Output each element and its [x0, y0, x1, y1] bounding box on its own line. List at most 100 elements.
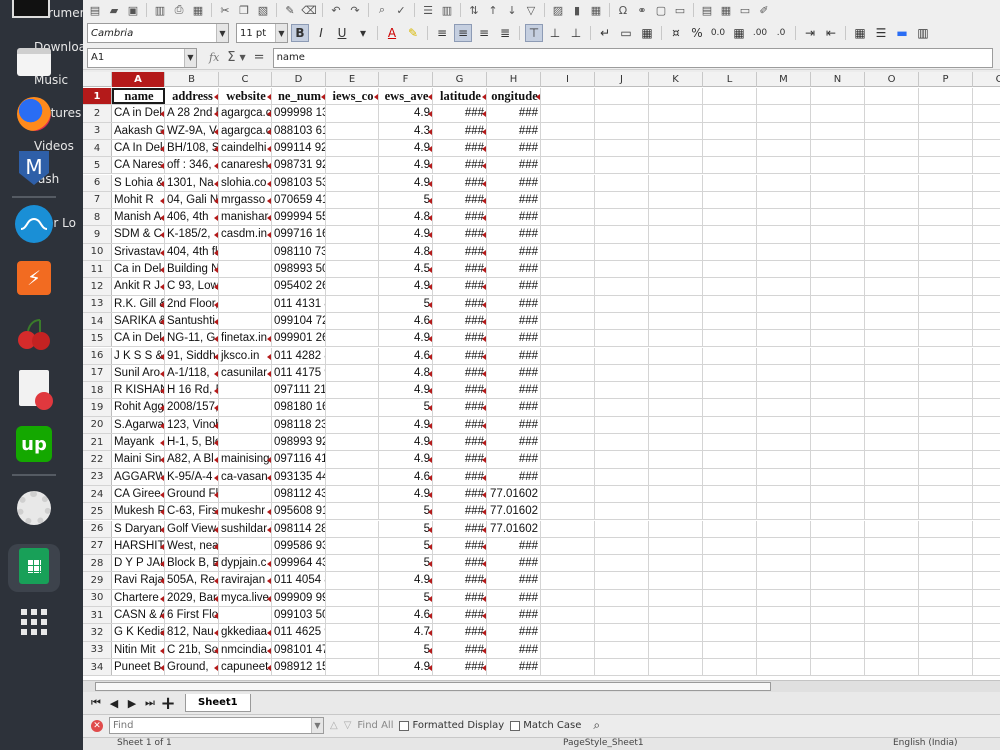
cell[interactable] [326, 364, 379, 382]
cell[interactable]: 4.9 [379, 278, 433, 295]
font-size-combo[interactable]: 11 pt ▼ [236, 23, 288, 43]
row-header[interactable]: 12 [83, 278, 112, 295]
cell[interactable]: ### [487, 416, 541, 433]
terminal-icon[interactable] [12, 0, 50, 18]
align-left-icon[interactable]: ≡ [433, 24, 451, 42]
cell[interactable]: ### [487, 537, 541, 555]
export-pdf-icon[interactable]: ▥ [152, 3, 168, 17]
print-icon[interactable]: ⎙ [171, 3, 187, 17]
cell[interactable] [973, 417, 1000, 433]
align-center-icon[interactable]: ≡ [454, 24, 472, 42]
cell[interactable] [595, 347, 649, 364]
cell[interactable] [919, 520, 973, 537]
cell[interactable] [811, 261, 865, 278]
select-all-corner[interactable] [83, 72, 112, 87]
cell[interactable] [649, 191, 703, 209]
delete-decimal-icon[interactable]: .0 [772, 24, 790, 42]
cell[interactable] [865, 451, 919, 468]
cell[interactable] [703, 312, 757, 330]
cell[interactable]: D Y P JAI [112, 555, 165, 572]
cell[interactable]: 4.9 [379, 330, 433, 347]
cell[interactable] [326, 399, 379, 416]
cell[interactable] [919, 485, 973, 503]
cell[interactable] [703, 624, 757, 641]
cell[interactable] [811, 451, 865, 468]
cell[interactable] [703, 468, 757, 485]
cell[interactable]: ### [433, 624, 487, 641]
sheet-tab[interactable]: Sheet1 [185, 694, 251, 712]
cell[interactable] [595, 485, 649, 503]
cell[interactable]: ### [487, 555, 541, 572]
cell[interactable] [219, 434, 272, 451]
cell[interactable]: 4.9 [379, 382, 433, 399]
cell[interactable] [973, 434, 1000, 450]
increase-indent-icon[interactable]: ⇥ [801, 24, 819, 42]
cell[interactable] [595, 295, 649, 312]
cell[interactable] [757, 641, 811, 658]
cell[interactable] [919, 572, 973, 589]
cell[interactable]: canaresh [219, 157, 272, 174]
undo-icon[interactable]: ↶ [328, 3, 344, 17]
cell[interactable] [595, 607, 649, 624]
cell[interactable] [541, 364, 595, 382]
cell[interactable] [811, 209, 865, 226]
cell[interactable] [811, 641, 865, 658]
cell[interactable] [703, 261, 757, 278]
metasploit-icon[interactable]: M [14, 148, 54, 188]
cell[interactable] [757, 105, 811, 122]
cell[interactable] [757, 658, 811, 676]
cell[interactable]: name [112, 88, 165, 105]
cell[interactable] [541, 226, 595, 243]
cell[interactable]: ### [433, 555, 487, 572]
cell[interactable]: Mukesh P [112, 503, 165, 520]
cell[interactable] [919, 330, 973, 347]
cell[interactable]: 4.9 [379, 174, 433, 191]
cell[interactable]: West, near Shubha [165, 537, 219, 555]
cell[interactable] [703, 364, 757, 382]
cell[interactable]: 088103 61282 [272, 122, 326, 139]
spelling-icon[interactable]: ✓ [393, 3, 409, 17]
row-header[interactable]: 32 [83, 624, 112, 641]
cell[interactable] [919, 209, 973, 226]
cell[interactable] [757, 174, 811, 191]
cell[interactable] [649, 434, 703, 451]
cell[interactable] [757, 520, 811, 537]
cell[interactable]: BH/108, S [165, 139, 219, 157]
cell[interactable]: 098912 15026 [272, 658, 326, 676]
cell[interactable] [703, 139, 757, 157]
cell[interactable] [326, 572, 379, 589]
cell[interactable]: 099103 50634 [272, 607, 326, 624]
cell[interactable]: finetax.in [219, 330, 272, 347]
find-all-button[interactable]: Find All [357, 720, 393, 731]
cell[interactable] [757, 434, 811, 451]
cell[interactable]: G K Kedia [112, 624, 165, 641]
cell[interactable]: 098993 50801 [272, 261, 326, 278]
cell[interactable]: CA Giree [112, 485, 165, 503]
cell[interactable] [326, 330, 379, 347]
cell[interactable]: ### [487, 399, 541, 416]
cell[interactable] [973, 226, 1000, 242]
cell[interactable]: WZ-9A, V [165, 122, 219, 139]
cell[interactable]: latitude [433, 88, 487, 105]
cell[interactable] [649, 261, 703, 278]
sum-icon[interactable]: Σ [227, 50, 235, 65]
chevron-down-icon[interactable]: ▼ [311, 718, 323, 733]
cell[interactable] [649, 537, 703, 555]
column-header[interactable]: L [703, 72, 757, 87]
cell[interactable] [757, 139, 811, 157]
cell[interactable]: 5 [379, 589, 433, 606]
row-header[interactable]: 34 [83, 658, 112, 676]
cell[interactable] [865, 624, 919, 641]
cell[interactable] [919, 382, 973, 399]
cell[interactable] [326, 243, 379, 260]
cell[interactable]: ### [487, 347, 541, 364]
cell[interactable]: R.K. Gill & [112, 295, 165, 312]
split-window-icon[interactable]: ▭ [737, 3, 753, 17]
cell[interactable] [811, 382, 865, 399]
cell[interactable]: ### [487, 330, 541, 347]
cell[interactable] [757, 88, 811, 105]
freeze-rows-icon[interactable]: ▦ [718, 3, 734, 17]
cell[interactable]: caindelhi [219, 139, 272, 157]
formatted-display-checkbox[interactable]: Formatted Display [399, 720, 504, 731]
row-header[interactable]: 27 [83, 537, 112, 555]
